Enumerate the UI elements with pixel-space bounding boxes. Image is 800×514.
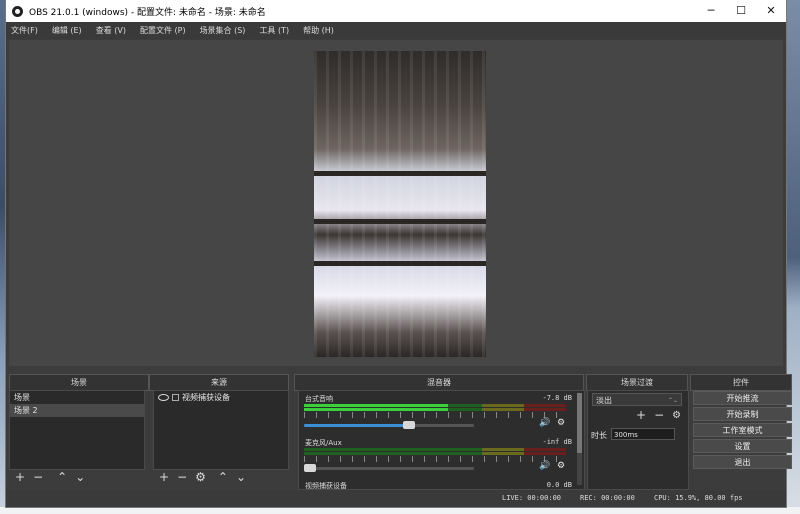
meter-ticks: [304, 456, 566, 462]
gear-icon[interactable]: ⚙: [557, 418, 565, 428]
sources-dock-title: 来源: [149, 374, 289, 391]
meter-level: [304, 408, 449, 411]
preview-window-frame: [314, 261, 486, 266]
obs-main-window: OBS 21.0.1 (windows) - 配置文件: 未命名 - 场景: 未…: [6, 0, 792, 507]
minimize-button[interactable]: ─: [696, 0, 726, 22]
rec-timer: REC: 00:00:00: [580, 494, 635, 502]
scenes-dock-title: 场景: [9, 374, 149, 391]
transition-select[interactable]: 淡出 ⌃⌄: [592, 393, 682, 406]
start-recording-button[interactable]: 开始录制: [693, 407, 792, 421]
menu-bar: 文件(F) 编辑 (E) 查看 (V) 配置文件 (P) 场景集合 (S) 工具…: [6, 22, 786, 39]
volume-slider-handle[interactable]: [403, 421, 416, 429]
gear-icon[interactable]: ⚙: [195, 470, 206, 484]
volume-meter: [304, 448, 566, 451]
volume-slider-handle[interactable]: [304, 464, 316, 472]
studio-mode-button[interactable]: 工作室模式: [693, 423, 792, 437]
duration-label: 时长: [591, 431, 607, 440]
meter-level: [304, 404, 449, 407]
channel-db: 0.0 dB: [546, 481, 572, 489]
exit-button[interactable]: 退出: [693, 455, 792, 469]
channel-db: -inf dB: [542, 438, 572, 446]
sources-toolbar: + − ⚙ ⌃ ⌄: [153, 469, 289, 485]
menu-view[interactable]: 查看 (V): [96, 25, 126, 36]
remove-transition-icon[interactable]: −: [654, 408, 664, 422]
scenes-list: 场景 场景 2: [9, 390, 145, 470]
source-label: 视频捕获设备: [182, 393, 230, 402]
visibility-eye-icon[interactable]: [158, 394, 169, 401]
title-bar: OBS 21.0.1 (windows) - 配置文件: 未命名 - 场景: 未…: [6, 0, 786, 22]
transition-selected: 淡出: [596, 396, 612, 405]
volume-meter: [304, 408, 566, 411]
preview-window-frame: [314, 219, 486, 224]
channel-db: -7.8 dB: [542, 394, 572, 402]
remove-scene-icon[interactable]: −: [33, 470, 43, 484]
volume-slider-fill: [304, 424, 410, 427]
menu-scene-collection[interactable]: 场景集合 (S): [200, 25, 246, 36]
volume-meter: [304, 404, 566, 407]
controls-dock-title: 控件: [690, 374, 792, 391]
video-preview-image[interactable]: [314, 51, 486, 357]
menu-file[interactable]: 文件(F): [11, 25, 38, 36]
chevron-updown-icon: ⌃⌄: [667, 397, 678, 404]
window-controls: ─ ☐ ✕: [696, 0, 786, 22]
channel-name: 视频捕获设备: [305, 482, 347, 490]
volume-slider[interactable]: [304, 421, 474, 429]
volume-meter: [304, 452, 566, 455]
mixer-scrollbar[interactable]: [577, 393, 582, 485]
move-down-icon[interactable]: ⌄: [75, 470, 85, 484]
lock-icon[interactable]: [172, 394, 179, 401]
transitions-panel: 淡出 ⌃⌄ + − ⚙ 时长 300ms: [587, 390, 689, 490]
start-streaming-button[interactable]: 开始推流: [693, 391, 792, 405]
menu-profile[interactable]: 配置文件 (P): [140, 25, 186, 36]
transitions-toolbar: + − ⚙: [630, 407, 683, 423]
move-up-icon[interactable]: ⌃: [218, 470, 228, 484]
cpu-fps: CPU: 15.9%, 80.00 fps: [654, 494, 743, 502]
add-transition-icon[interactable]: +: [636, 408, 646, 422]
add-scene-icon[interactable]: +: [15, 470, 25, 484]
channel-name: 台式音响: [305, 395, 333, 403]
taskbar-strip: [0, 507, 800, 514]
close-button[interactable]: ✕: [756, 0, 786, 22]
scenes-toolbar: + − ⌃ ⌄: [9, 469, 145, 485]
obs-logo-icon: [12, 5, 23, 17]
gear-icon[interactable]: ⚙: [672, 410, 681, 421]
transitions-dock-title: 场景过渡: [586, 374, 688, 391]
sources-list: 视频捕获设备: [153, 390, 289, 470]
meter-ticks: [304, 412, 566, 418]
duration-input[interactable]: 300ms: [611, 428, 675, 440]
speaker-icon[interactable]: 🔊: [539, 461, 550, 471]
window-title: OBS 21.0.1 (windows) - 配置文件: 未命名 - 场景: 未…: [29, 7, 266, 18]
scrollbar-thumb[interactable]: [577, 393, 582, 453]
source-item[interactable]: 视频捕获设备: [154, 391, 288, 404]
remove-source-icon[interactable]: −: [177, 470, 187, 484]
channel-name: 麦克风/Aux: [305, 439, 342, 447]
maximize-button[interactable]: ☐: [726, 0, 756, 22]
menu-tools[interactable]: 工具 (T): [259, 25, 289, 36]
volume-slider[interactable]: [304, 464, 474, 472]
scene-item[interactable]: 场景: [10, 391, 144, 404]
menu-edit[interactable]: 编辑 (E): [52, 25, 82, 36]
preview-canvas[interactable]: [9, 40, 783, 366]
live-timer: LIVE: 00:00:00: [502, 494, 562, 502]
speaker-icon[interactable]: 🔊: [539, 418, 550, 428]
preview-window-frame: [314, 171, 486, 176]
settings-button[interactable]: 设置: [693, 439, 792, 453]
status-bar: LIVE: 00:00:00 REC: 00:00:00 CPU: 15.9%,…: [6, 490, 786, 507]
add-source-icon[interactable]: +: [159, 470, 169, 484]
gear-icon[interactable]: ⚙: [557, 461, 565, 471]
move-up-icon[interactable]: ⌃: [57, 470, 67, 484]
scene-item-selected[interactable]: 场景 2: [10, 404, 144, 417]
audio-mixer: 台式音响 -7.8 dB 🔊 ⚙ 麦克风/Aux -inf dB 🔊 ⚙ 视频捕…: [298, 390, 585, 490]
move-down-icon[interactable]: ⌄: [236, 470, 246, 484]
mixer-dock-title: 混音器: [294, 374, 584, 391]
menu-help[interactable]: 帮助 (H): [303, 25, 334, 36]
